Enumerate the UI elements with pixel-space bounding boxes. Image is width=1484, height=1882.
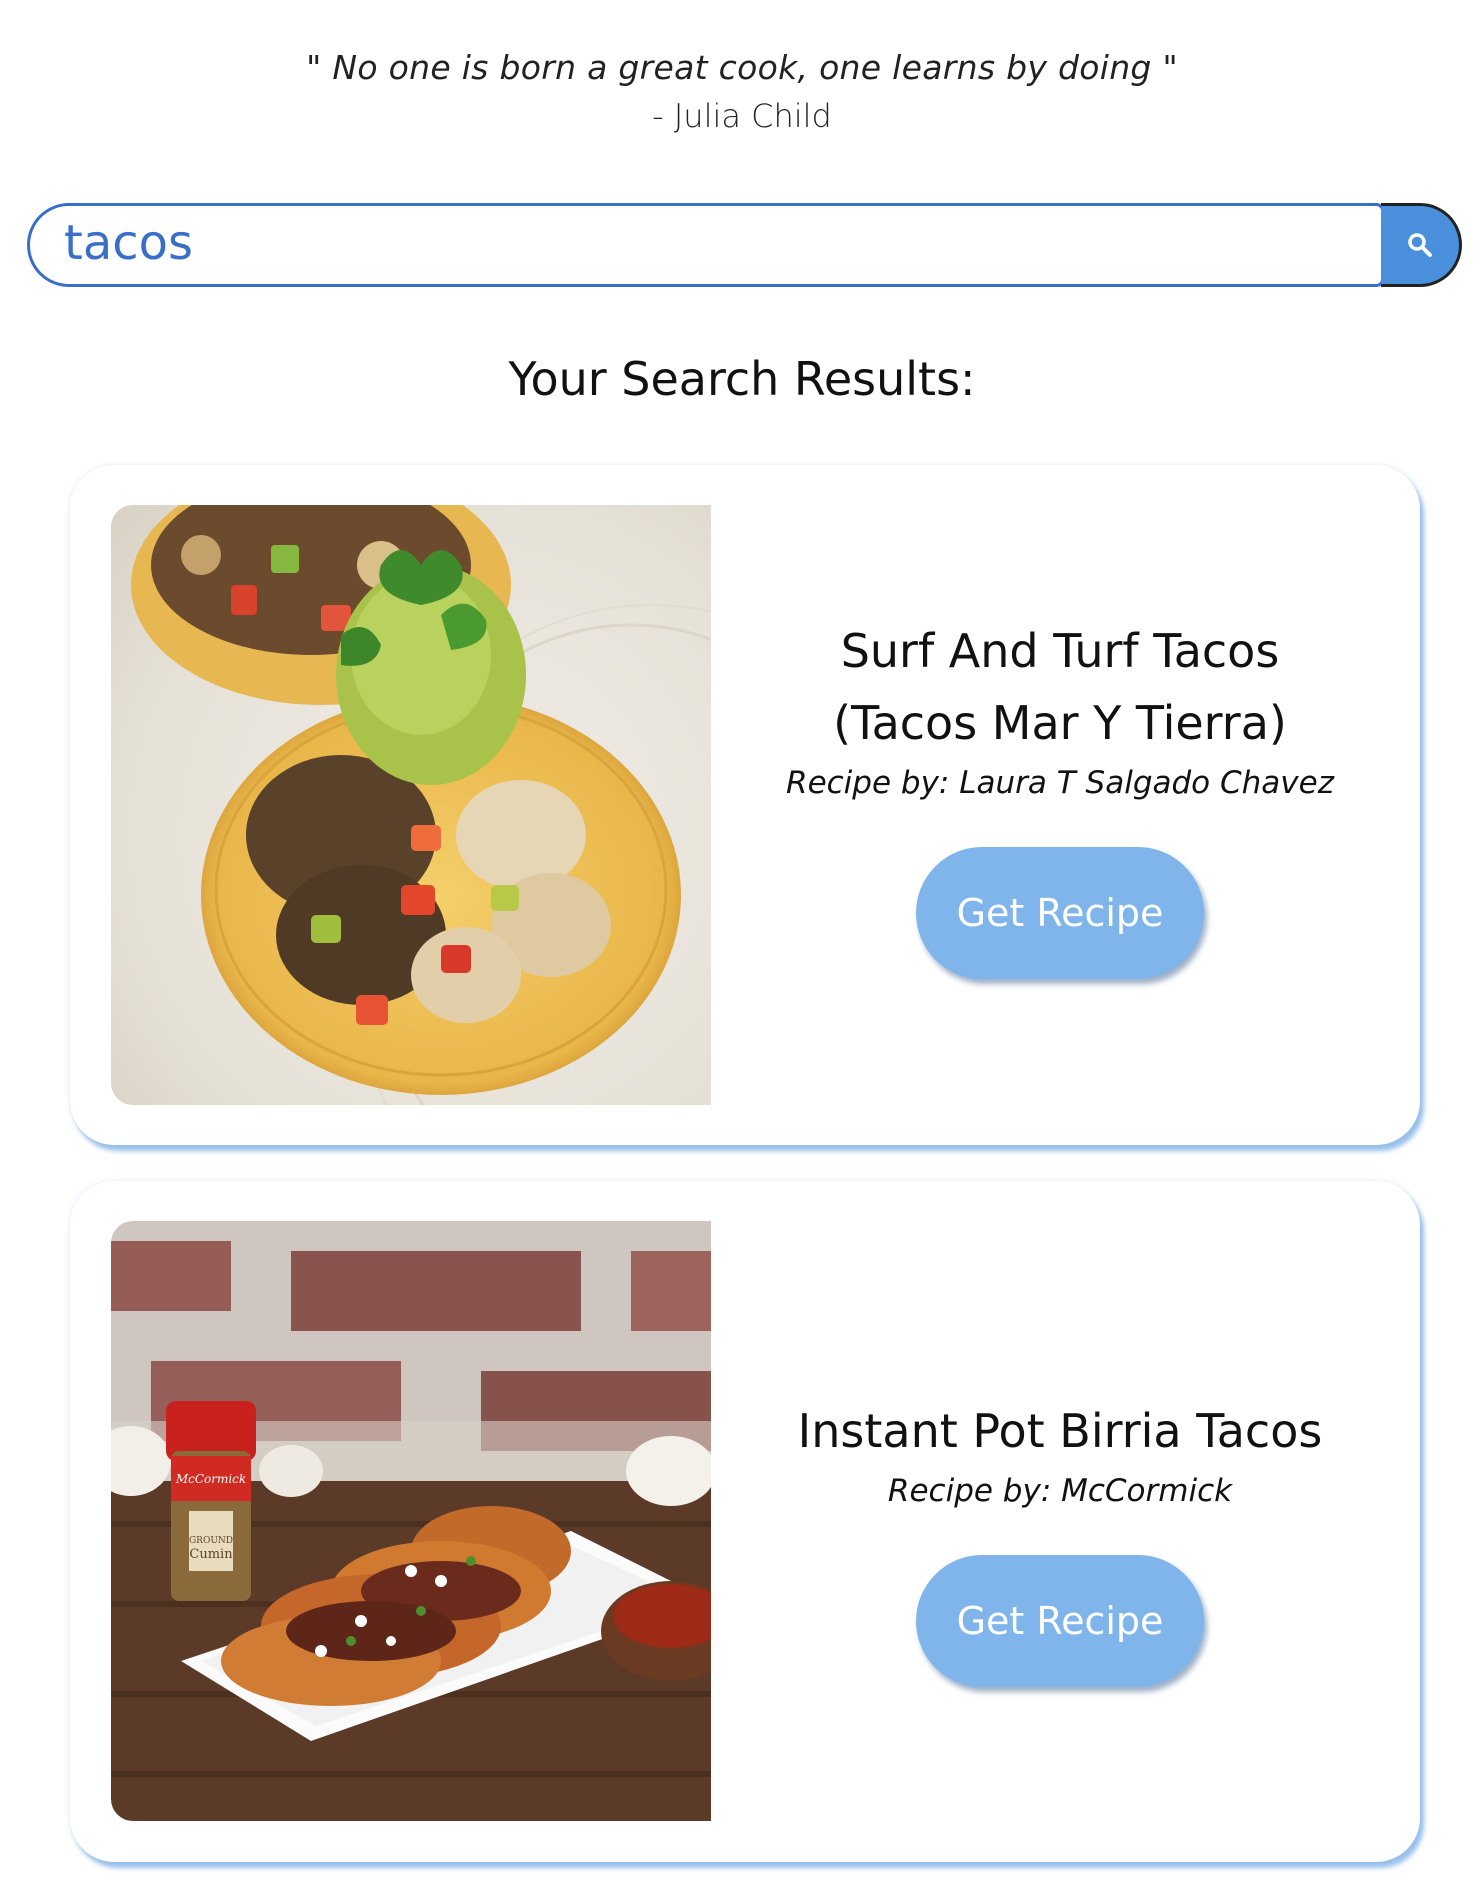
recipe-author: Recipe by: McCormick	[887, 1473, 1233, 1509]
quote-author: - Julia Child	[652, 97, 832, 135]
recipe-title: Surf And Turf Tacos	[840, 624, 1280, 678]
search-icon	[1408, 233, 1432, 257]
jar-product-name-text: Cumin	[189, 1547, 233, 1562]
recipe-title-subtitle: (Tacos Mar Y Tierra)	[833, 696, 1287, 750]
recipe-info: Instant Pot Birria Tacos Recipe by: McCo…	[750, 1395, 1370, 1687]
recipe-author: Recipe by: Laura T Salgado Chavez	[786, 765, 1334, 801]
get-recipe-button[interactable]: Get Recipe	[916, 847, 1204, 979]
recipe-title: Instant Pot Birria Tacos	[797, 1404, 1323, 1458]
quote-block: " No one is born a great cook, one learn…	[0, 44, 1484, 140]
search-bar	[27, 203, 1462, 287]
recipe-card: Surf And Turf Tacos (Tacos Mar Y Tierra)…	[70, 465, 1420, 1145]
jar-brand-text: McCormick	[175, 1472, 246, 1486]
search-button[interactable]	[1381, 203, 1462, 287]
recipe-card: McCormick GROUND Cumin Instant Pot Birri…	[70, 1181, 1420, 1862]
search-input[interactable]	[27, 203, 1384, 287]
quote-text: " No one is born a great cook, one learn…	[306, 48, 1178, 87]
recipe-info: Surf And Turf Tacos (Tacos Mar Y Tierra)…	[750, 615, 1370, 979]
jar-product-text: GROUND	[189, 1536, 233, 1546]
recipe-image[interactable]: McCormick GROUND Cumin	[111, 1221, 711, 1821]
results-title: Your Search Results:	[508, 352, 976, 406]
recipe-image[interactable]	[111, 505, 711, 1105]
get-recipe-button[interactable]: Get Recipe	[916, 1555, 1204, 1687]
